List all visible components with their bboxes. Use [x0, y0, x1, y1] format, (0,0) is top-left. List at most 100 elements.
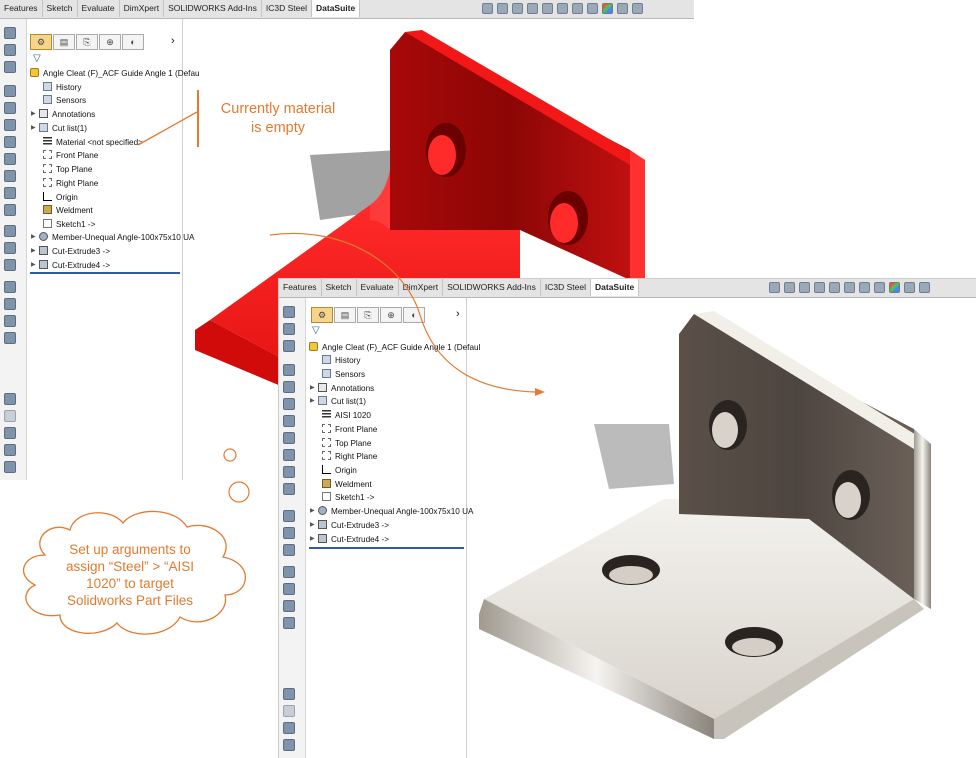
revolved-cut-icon[interactable] [4, 119, 16, 131]
rollback-bar[interactable] [309, 547, 464, 549]
tree-item-cut-extrude4[interactable]: ▶ Cut-Extrude4 -> [310, 533, 389, 546]
fillet-icon[interactable] [4, 136, 16, 148]
pattern-icon[interactable] [4, 153, 16, 165]
rollback-bar[interactable] [30, 272, 180, 274]
apply-scene-icon[interactable] [904, 282, 915, 293]
view-orientation-icon[interactable] [844, 282, 855, 293]
tab-datasuite[interactable]: DataSuite [312, 0, 361, 17]
expand-arrow-icon[interactable]: ▶ [310, 533, 318, 546]
zoom-to-fit-icon[interactable] [482, 3, 493, 14]
tree-item-material[interactable]: Material <not specified> [35, 136, 143, 149]
tab-features[interactable]: Features [0, 0, 43, 17]
weldment-icon[interactable] [4, 225, 16, 237]
tab-datasuite[interactable]: DataSuite [591, 279, 640, 296]
section-view-icon[interactable] [527, 3, 538, 14]
sheet-metal-icon[interactable] [4, 427, 16, 439]
tree-item-history[interactable]: History [35, 81, 81, 94]
tree-item-weldment[interactable]: Weldment [314, 478, 372, 491]
weld-bead-icon[interactable] [4, 315, 16, 327]
trim-extend-icon[interactable] [4, 259, 16, 271]
tab-dimxpert[interactable]: DimXpert [120, 0, 165, 17]
configuration-manager-tab-icon[interactable]: ⎘ [76, 34, 98, 50]
apply-scene-icon[interactable] [617, 3, 628, 14]
tree-item-front-plane[interactable]: Front Plane [35, 149, 98, 162]
tree-item-origin[interactable]: Origin [35, 191, 78, 204]
expand-chevron-icon[interactable]: › [171, 35, 175, 47]
tab-evaluate[interactable]: Evaluate [78, 0, 120, 17]
zoom-area-icon[interactable] [497, 3, 508, 14]
revolved-boss-icon[interactable] [4, 44, 16, 56]
trim-extend-icon[interactable] [283, 544, 295, 556]
zoom-area-icon[interactable] [784, 282, 795, 293]
expand-arrow-icon[interactable]: ▶ [31, 259, 39, 272]
fillet-icon[interactable] [283, 415, 295, 427]
display-style-icon[interactable] [572, 3, 583, 14]
weldment-icon[interactable] [283, 510, 295, 522]
tree-item-right-plane[interactable]: Right Plane [35, 177, 98, 190]
property-manager-tab-icon[interactable]: ▤ [53, 34, 75, 50]
gusset-icon[interactable] [283, 583, 295, 595]
tree-item-root[interactable]: Angle Cleat (F)_ACF Guide Angle 1 (Defau [30, 67, 200, 80]
rib-icon[interactable] [283, 449, 295, 461]
tab-solidworks-add-ins[interactable]: SOLIDWORKS Add-Ins [164, 0, 262, 17]
rapid-sketch-icon[interactable] [283, 705, 295, 717]
end-cap-icon[interactable] [4, 281, 16, 293]
tab-ic3d-steel[interactable]: IC3D Steel [262, 0, 312, 17]
tree-item-cut-extrude3[interactable]: ▶ Cut-Extrude3 -> [310, 519, 389, 532]
hole-wizard-icon[interactable] [4, 102, 16, 114]
previous-view-icon[interactable] [799, 282, 810, 293]
tree-item-member[interactable]: ▶ Member-Unequal Angle-100x75x10 UA [310, 505, 473, 518]
gusset-icon[interactable] [4, 298, 16, 310]
dimxpert-manager-tab-icon[interactable]: ⊕ [99, 34, 121, 50]
previous-view-icon[interactable] [512, 3, 523, 14]
rapid-sketch-icon[interactable] [4, 410, 16, 422]
filter-icon[interactable]: ▽ [33, 53, 41, 64]
expand-arrow-icon[interactable]: ▶ [310, 505, 318, 518]
expand-arrow-icon[interactable]: ▶ [31, 245, 39, 258]
weld-bead-icon[interactable] [283, 600, 295, 612]
extruded-boss-icon[interactable] [4, 27, 16, 39]
instant3d-icon[interactable] [4, 393, 16, 405]
hide-show-icon[interactable] [874, 282, 885, 293]
structural-member-icon[interactable] [283, 527, 295, 539]
tree-item-material[interactable]: AISI 1020 [314, 409, 371, 422]
tree-item-front-plane[interactable]: Front Plane [314, 423, 377, 436]
draft-icon[interactable] [4, 187, 16, 199]
tree-item-annotations[interactable]: ▶ Annotations [31, 108, 95, 121]
pattern-icon[interactable] [283, 432, 295, 444]
tree-item-origin[interactable]: Origin [314, 464, 357, 477]
cut-list-icon[interactable] [4, 332, 16, 344]
tree-item-sketch1[interactable]: Sketch1 -> [35, 218, 95, 231]
tree-item-top-plane[interactable]: Top Plane [35, 163, 92, 176]
structural-member-icon[interactable] [4, 242, 16, 254]
shell-icon[interactable] [283, 483, 295, 495]
extruded-cut-icon[interactable] [4, 85, 16, 97]
feature-tree-tab-icon[interactable]: ⚙ [30, 34, 52, 50]
cut-list-icon[interactable] [283, 617, 295, 629]
sheet-metal-icon[interactable] [283, 722, 295, 734]
expand-arrow-icon[interactable]: ▶ [31, 122, 39, 135]
swept-boss-icon[interactable] [4, 61, 16, 73]
expand-arrow-icon[interactable]: ▶ [310, 519, 318, 532]
tab-sketch[interactable]: Sketch [43, 0, 78, 17]
draft-icon[interactable] [283, 466, 295, 478]
instant3d-icon[interactable] [283, 688, 295, 700]
view-orientation-icon[interactable] [557, 3, 568, 14]
mold-tools-icon[interactable] [283, 739, 295, 751]
view-settings-icon[interactable] [919, 282, 930, 293]
expand-arrow-icon[interactable]: ▶ [31, 231, 39, 244]
tree-item-sketch1[interactable]: Sketch1 -> [314, 491, 374, 504]
section-view-icon[interactable] [814, 282, 825, 293]
zoom-to-fit-icon[interactable] [769, 282, 780, 293]
tree-item-cut-list[interactable]: ▶ Cut list(1) [31, 122, 87, 135]
tree-item-member[interactable]: ▶ Member-Unequal Angle-100x75x10 UA [31, 231, 194, 244]
expand-arrow-icon[interactable]: ▶ [31, 108, 39, 121]
hide-show-icon[interactable] [587, 3, 598, 14]
rib-icon[interactable] [4, 170, 16, 182]
tree-item-weldment[interactable]: Weldment [35, 204, 93, 217]
edit-appearance-icon[interactable] [602, 3, 613, 14]
end-cap-icon[interactable] [283, 566, 295, 578]
tree-item-top-plane[interactable]: Top Plane [314, 437, 371, 450]
display-manager-tab-icon[interactable]: ◐ [122, 34, 144, 50]
shell-icon[interactable] [4, 204, 16, 216]
